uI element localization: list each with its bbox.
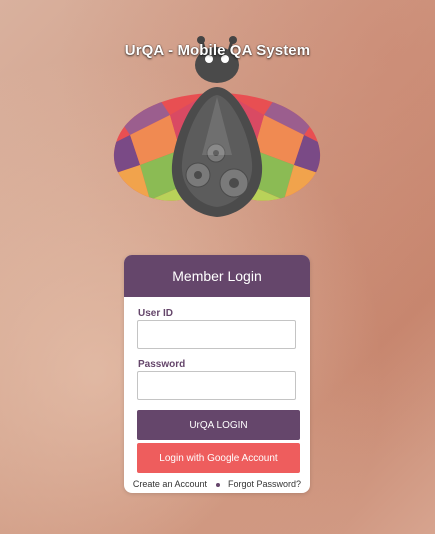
login-card-title: Member Login <box>124 255 310 297</box>
password-label: Password <box>138 359 186 370</box>
urqa-login-button[interactable]: UrQA LOGIN <box>137 410 300 440</box>
app-title: UrQA - Mobile QA System <box>124 42 311 59</box>
separator-dot <box>215 482 220 487</box>
password-input[interactable] <box>137 371 296 400</box>
create-account-link[interactable]: Create an Account <box>133 479 207 489</box>
ladybug-robot-icon <box>110 35 324 220</box>
google-login-button[interactable]: Login with Google Account <box>137 443 300 473</box>
user-id-label: User ID <box>138 308 174 319</box>
user-id-input[interactable] <box>137 320 296 349</box>
forgot-password-link[interactable]: Forgot Password? <box>228 479 301 489</box>
login-card: Member Login User ID Password UrQA LOGIN… <box>124 255 310 493</box>
account-links: Create an Account Forgot Password? <box>124 479 310 489</box>
